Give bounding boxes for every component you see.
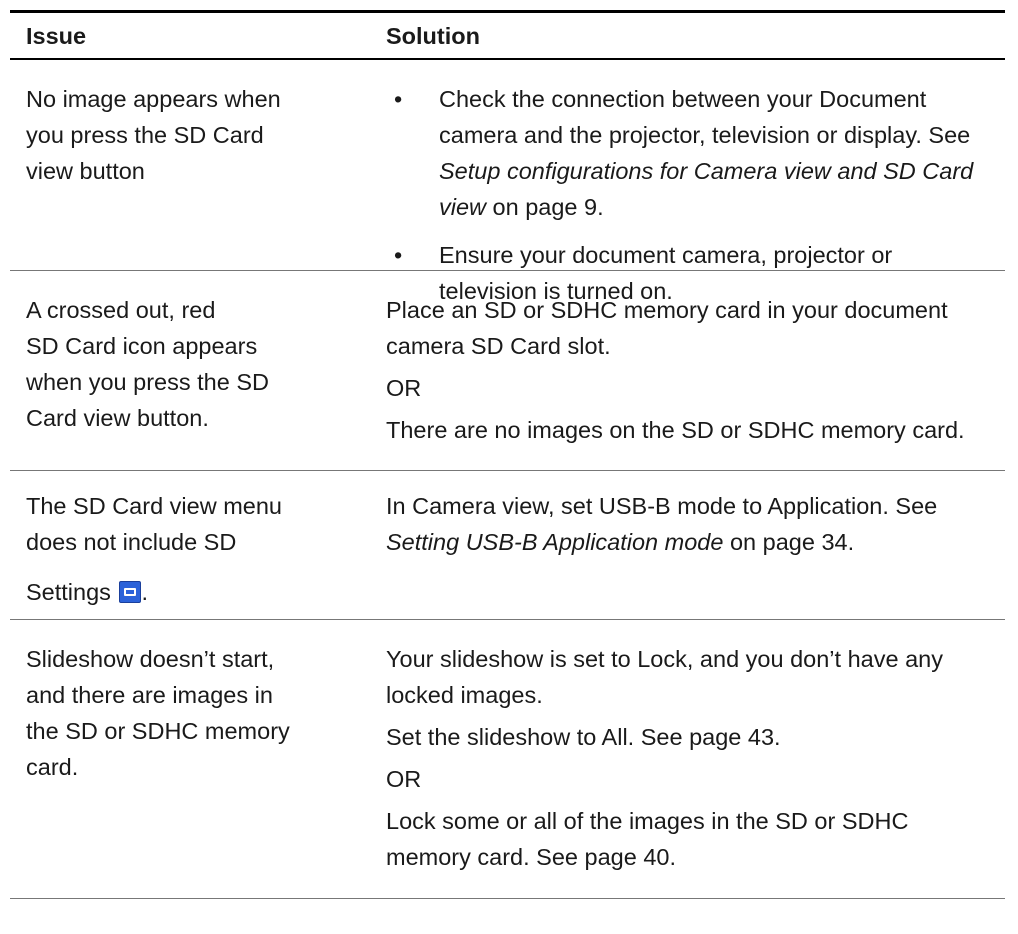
- issue-line: view button: [26, 158, 145, 184]
- issue-line: does not include SD: [26, 529, 237, 555]
- table-row: A crossed out, red SD Card icon appears …: [10, 271, 1005, 471]
- text-run: In Camera view, set USB-B mode to Applic…: [386, 493, 938, 519]
- issue-cell: No image appears when you press the SD C…: [10, 60, 386, 270]
- solution-cell: In Camera view, set USB-B mode to Applic…: [386, 471, 1005, 619]
- issue-line: Card view button.: [26, 405, 209, 431]
- issue-line: and there are images in: [26, 682, 273, 708]
- issue-line: Slideshow doesn’t start,: [26, 646, 275, 672]
- solution-paragraph: There are no images on the SD or SDHC me…: [386, 417, 965, 443]
- issue-line: you press the SD Card: [26, 122, 264, 148]
- issue-line: The SD Card view menu: [26, 493, 282, 519]
- issue-line: the SD or SDHC memory: [26, 718, 290, 744]
- list-item: • Check the connection between your Docu…: [386, 81, 991, 225]
- issue-line: when you press the SD: [26, 369, 269, 395]
- table-row: No image appears when you press the SD C…: [10, 60, 1005, 304]
- issue-cell: Slideshow doesn’t start, and there are i…: [10, 620, 386, 898]
- header-solution: Solution: [386, 23, 480, 49]
- table-header-row: Issue Solution: [10, 13, 1005, 60]
- bullet-icon: •: [394, 86, 403, 112]
- bullet-text: Check the connection between your Docume…: [416, 81, 991, 225]
- solution-paragraph: Lock some or all of the images in the SD…: [386, 808, 909, 870]
- solution-cell: Place an SD or SDHC memory card in your …: [386, 271, 1005, 470]
- issue-line: A crossed out, red: [26, 297, 216, 323]
- header-issue: Issue: [26, 23, 87, 49]
- sd-settings-icon: [119, 581, 142, 603]
- text-run: Settings: [26, 579, 111, 605]
- solution-paragraph: OR: [386, 766, 422, 792]
- cross-reference: Setting USB-B Application mode: [386, 529, 724, 555]
- table-row: The SD Card view menu does not include S…: [10, 471, 1005, 620]
- solution-cell: • Check the connection between your Docu…: [386, 60, 1005, 304]
- issue-cell: The SD Card view menu does not include S…: [10, 471, 386, 619]
- issue-line: No image appears when: [26, 86, 281, 112]
- issue-line: SD Card icon appears: [26, 333, 258, 359]
- solution-paragraph: Your slideshow is set to Lock, and you d…: [386, 646, 943, 708]
- solution-paragraph: Place an SD or SDHC memory card in your …: [386, 297, 948, 359]
- table-row: Slideshow doesn’t start, and there are i…: [10, 620, 1005, 899]
- solution-paragraph: OR: [386, 375, 422, 401]
- solution-paragraph: In Camera view, set USB-B mode to Applic…: [386, 488, 991, 560]
- text-run: on page 34.: [723, 529, 855, 555]
- text-run: on page 9.: [486, 194, 604, 220]
- issue-line: Settings .: [26, 574, 386, 610]
- solution-paragraph: Set the slideshow to All. See page 43.: [386, 724, 781, 750]
- solution-cell: Your slideshow is set to Lock, and you d…: [386, 620, 1005, 898]
- issue-cell: A crossed out, red SD Card icon appears …: [10, 271, 386, 470]
- issue-line: card.: [26, 754, 79, 780]
- text-run: Check the connection between your Docume…: [439, 86, 971, 148]
- text-run: .: [141, 579, 148, 605]
- troubleshooting-table: Issue Solution No image appears when you…: [10, 10, 1005, 899]
